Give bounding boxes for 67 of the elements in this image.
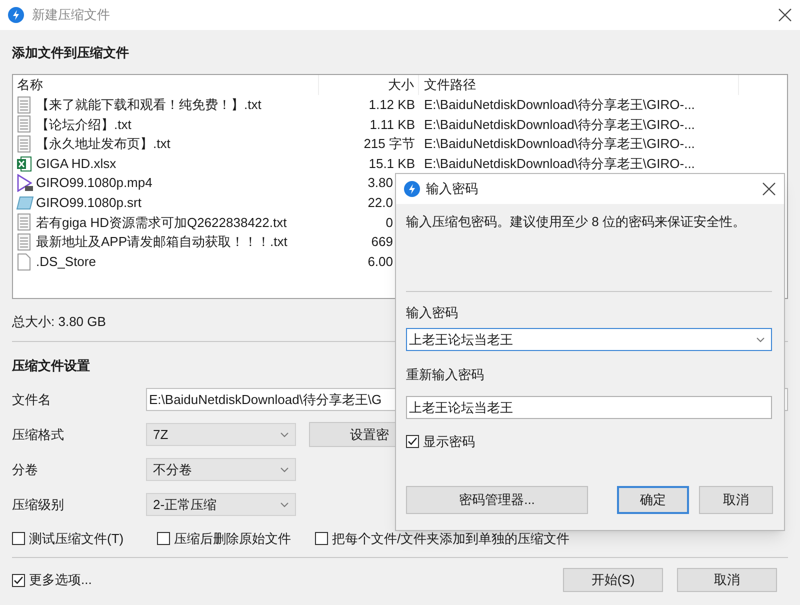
field-label: 压缩格式: [12, 426, 65, 444]
password-manager-button[interactable]: 密码管理器...: [406, 486, 588, 514]
dialog-title: 输入密码: [426, 180, 479, 198]
level-select[interactable]: 2-正常压缩: [146, 493, 296, 516]
file-path: E:\BaiduNetdiskDownload\待分享老王\GIRO-...: [423, 154, 695, 173]
checkbox[interactable]: [12, 532, 25, 545]
file-name: GIGA HD.xlsx: [36, 154, 116, 173]
file-path: E:\BaiduNetdiskDownload\待分享老王\GIRO-...: [423, 135, 695, 154]
checkbox[interactable]: [315, 532, 328, 545]
field-label: 分卷: [12, 460, 39, 479]
file-name: 【来了就能下载和观看！纯免费！】.txt: [36, 96, 262, 114]
file-name: 最新地址及APP请发邮箱自动获取！！！.txt: [36, 233, 288, 252]
section-heading: 压缩文件设置: [12, 358, 90, 373]
app-icon: [404, 181, 420, 197]
chevron-down-icon: [280, 432, 289, 438]
chevron-down-icon: [280, 466, 289, 472]
file-size: 0: [384, 214, 393, 232]
total-size: 总大小: 3.80 GB: [12, 314, 106, 329]
password-combobox[interactable]: 上老王论坛当老王: [406, 328, 772, 351]
chevron-down-icon: [756, 336, 765, 342]
start-button[interactable]: 开始(S): [563, 568, 663, 592]
section-heading: 添加文件到压缩文件: [12, 45, 129, 60]
dialog-description: 输入压缩包密码。建议使用至少 8 位的密码来保证安全性。: [406, 213, 746, 231]
spreadsheet-file-icon: [16, 154, 34, 173]
file-path: E:\BaiduNetdiskDownload\待分享老王\GIRO-...: [423, 96, 695, 114]
cancel-button[interactable]: 取消: [677, 568, 777, 592]
format-select[interactable]: 7Z: [146, 423, 296, 446]
chevron-down-icon: [280, 502, 289, 508]
column-header[interactable]: 名称: [13, 75, 319, 95]
column-header[interactable]: 文件路径: [419, 75, 739, 95]
file-size: 1.11 KB: [368, 116, 416, 134]
app-icon: [8, 7, 24, 23]
checkbox-label: 更多选项...: [29, 571, 92, 590]
file-name: GIRO99.1080p.mp4: [36, 174, 152, 192]
close-icon[interactable]: [778, 8, 792, 22]
checkbox[interactable]: [157, 532, 170, 545]
ok-button[interactable]: 确定: [617, 486, 689, 514]
checkbox[interactable]: [12, 574, 25, 586]
file-path: E:\BaiduNetdiskDownload\待分享老王\GIRO-...: [423, 116, 695, 134]
checkbox-label: 压缩后删除原始文件: [174, 530, 291, 548]
video-file-icon: [16, 174, 34, 192]
file-size: 3.80: [366, 174, 393, 192]
file-name: 【论坛介绍】.txt: [36, 116, 132, 134]
file-name: 【永久地址发布页】.txt: [36, 135, 170, 154]
checkbox-label: 把每个文件/文件夹添加到单独的压缩文件: [332, 530, 570, 548]
volume-select[interactable]: 不分卷: [146, 458, 296, 481]
field-label: 重新输入密码: [406, 366, 485, 384]
file-size: 22.0: [366, 194, 393, 212]
field-label: 文件名: [12, 390, 52, 409]
close-icon[interactable]: [762, 182, 776, 196]
confirm-password-field[interactable]: 上老王论坛当老王: [406, 396, 772, 419]
file-size: 1.12 KB: [368, 96, 416, 114]
checkbox[interactable]: [406, 435, 419, 448]
field-label: 输入密码: [406, 304, 459, 322]
field-label: 压缩级别: [12, 496, 65, 514]
window-title: 新建压缩文件: [32, 6, 111, 24]
file-name: GIRO99.1080p.srt: [36, 194, 142, 212]
file-size: 6.00: [366, 252, 393, 271]
subtitle-file-icon: [16, 194, 34, 212]
cancel-button[interactable]: 取消: [699, 486, 773, 514]
file-size: 215 字节: [362, 135, 416, 154]
file-size: 669: [370, 233, 393, 252]
column-header[interactable]: 大小: [319, 75, 419, 95]
file-name: .DS_Store: [36, 252, 96, 271]
checkbox-label: 测试压缩文件(T): [29, 530, 124, 548]
file-name: 若有giga HD资源需求可加Q2622838422.txt: [36, 214, 287, 232]
file-size: 15.1 KB: [368, 154, 416, 173]
